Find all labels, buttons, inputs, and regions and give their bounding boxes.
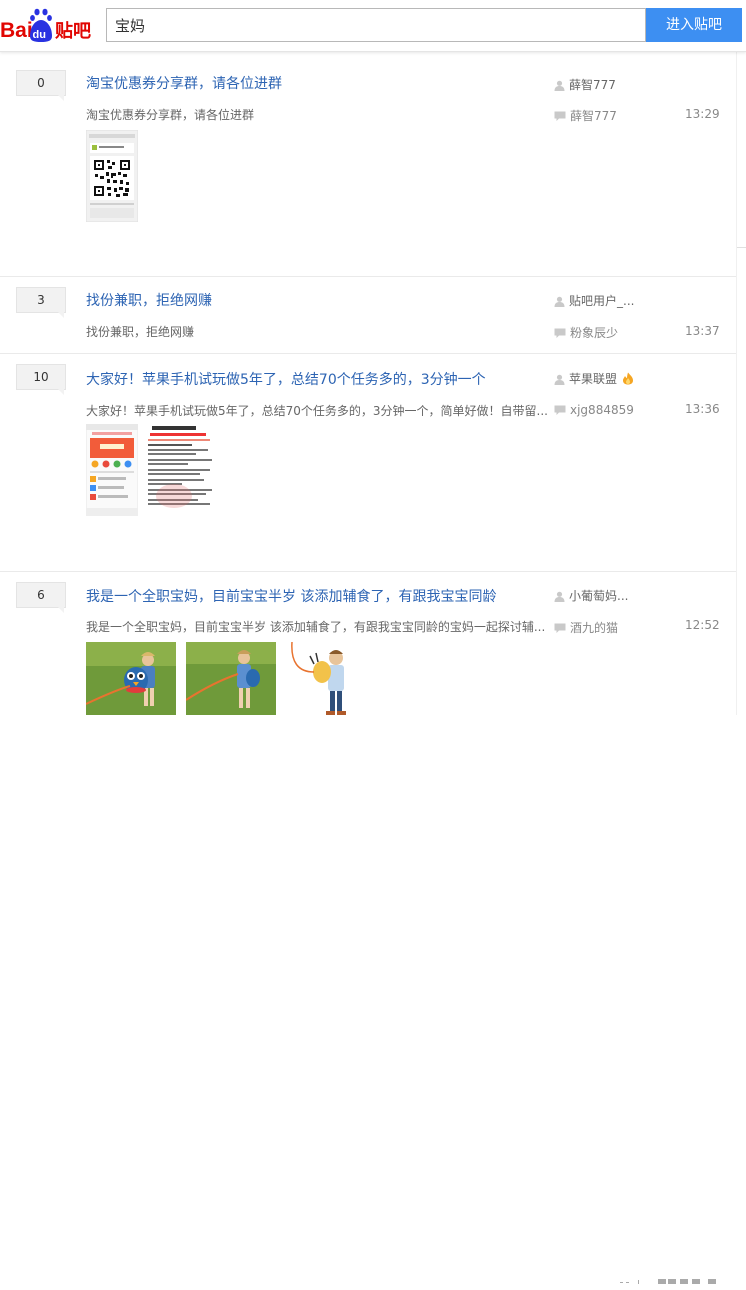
last-reply-time: 12:52 (685, 618, 720, 632)
last-reply-user-name[interactable]: xjg884859 (570, 403, 634, 417)
thread-abstract: 淘宝优惠券分享群，请各位进群 (86, 108, 255, 122)
top-search-bar: Bai du 贴吧 进入贴吧 (0, 0, 746, 52)
thread-item: 6 我是一个全职宝妈，目前宝宝半岁 该添加辅食了，有跟我宝宝同龄 我是一个全职宝… (0, 572, 736, 1284)
last-reply-time: 13:29 (685, 107, 720, 121)
thread-author[interactable]: 小葡萄妈... (554, 587, 628, 604)
comment-icon (554, 328, 566, 338)
last-reply-user-name[interactable]: 粉象辰少 (570, 326, 618, 340)
comment-icon (554, 623, 566, 633)
thread-author[interactable]: 苹果联盟 (554, 370, 634, 387)
reply-count-badge: 3 (16, 287, 66, 318)
last-reply-user[interactable]: 粉象辰少 (554, 324, 618, 341)
thread-abstract: 我是一个全职宝妈，目前宝宝半岁 该添加辅食了，有跟我宝宝同龄的宝妈一起探讨辅..… (86, 620, 546, 634)
thread-title-link[interactable]: 找份兼职，拒绝网赚 (86, 290, 212, 310)
flame-icon (622, 372, 633, 385)
last-reply-user[interactable]: 薛智777 (554, 107, 617, 124)
last-reply-time: 13:36 (685, 402, 720, 416)
author-name[interactable]: 苹果联盟 (569, 372, 617, 386)
thread-item: 3 找份兼职，拒绝网赚 找份兼职，拒绝网赚 贴吧用户_... 粉象辰少 13:3… (0, 277, 736, 354)
author-name[interactable]: 小葡萄妈... (569, 589, 628, 603)
thread-abstract: 找份兼职，拒绝网赚 (86, 325, 195, 339)
user-icon (554, 80, 565, 91)
last-reply-user-name[interactable]: 酒九的猫 (570, 621, 618, 635)
thread-author[interactable]: 薛智777 (554, 76, 616, 93)
last-reply-user[interactable]: 酒九的猫 (554, 619, 618, 636)
comment-icon (554, 405, 566, 415)
comment-icon (554, 111, 566, 121)
thread-image-child-photo[interactable] (86, 642, 176, 715)
thread-title-link[interactable]: 淘宝优惠券分享群，请各位进群 (86, 73, 282, 93)
baidu-tieba-logo[interactable]: Bai du 贴吧 (0, 6, 100, 46)
author-name[interactable]: 贴吧用户_... (569, 294, 634, 308)
reply-count-badge: 6 (16, 582, 66, 613)
thread-title-link[interactable]: 大家好！苹果手机试玩做5年了，总结70个任务多的，3分钟一个 (86, 369, 486, 389)
thread-image-text-screenshot[interactable] (144, 424, 218, 516)
thread-author[interactable]: 贴吧用户_... (554, 292, 634, 309)
enter-tieba-button[interactable]: 进入贴吧 (646, 8, 742, 42)
last-reply-user[interactable]: xjg884859 (554, 403, 634, 417)
user-icon (554, 296, 565, 307)
user-icon (554, 591, 565, 602)
thread-abstract: 大家好！苹果手机试玩做5年了，总结70个任务多的，3分钟一个，简单好做！自带留.… (86, 404, 548, 418)
last-reply-user-name[interactable]: 薛智777 (570, 109, 617, 123)
thread-image-child-photo[interactable] (186, 642, 276, 715)
thread-image-qrcode[interactable] (86, 130, 138, 222)
user-icon (554, 374, 565, 385)
scrollbar-thumb[interactable] (737, 52, 746, 248)
thread-image-app-screenshot[interactable] (86, 424, 138, 516)
logo-text-right: 贴吧 (55, 20, 91, 42)
thread-title-link[interactable]: 我是一个全职宝妈，目前宝宝半岁 该添加辅食了，有跟我宝宝同龄 (86, 586, 496, 606)
logo-text-badge: du (33, 29, 46, 41)
thread-item: 0 淘宝优惠券分享群，请各位进群 淘宝优惠券分享群，请各位进群 薛智777 薛智… (0, 52, 736, 277)
logo-text-left: Bai (0, 19, 33, 42)
reply-count-badge: 10 (16, 364, 66, 395)
author-name[interactable]: 薛智777 (569, 78, 616, 92)
thread-item: 10 大家好！苹果手机试玩做5年了，总结70个任务多的，3分钟一个 大家好！苹果… (0, 354, 736, 572)
thread-image-child-photo[interactable] (286, 642, 376, 715)
watermark (618, 1276, 728, 1287)
search-input[interactable] (107, 9, 645, 41)
last-reply-time: 13:37 (685, 324, 720, 338)
search-field-container (106, 8, 646, 42)
reply-count-badge: 0 (16, 70, 66, 101)
